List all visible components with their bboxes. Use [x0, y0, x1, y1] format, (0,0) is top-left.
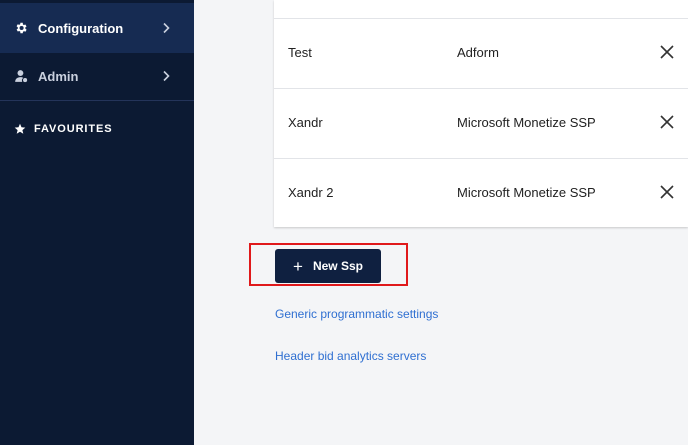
favourites-label: FAVOURITES [34, 123, 113, 135]
gear-icon [16, 22, 27, 34]
table-row: Xandr 2 Microsoft Monetize SSP [274, 158, 688, 227]
sidebar-item-configuration[interactable]: Configuration [0, 3, 194, 53]
close-icon[interactable] [660, 185, 674, 199]
ssp-table: Test Adform Xandr Microsoft Monetize SSP… [274, 0, 688, 227]
close-icon[interactable] [660, 45, 674, 59]
table-row: Test Adform [274, 18, 688, 87]
sidebar-item-label: Configuration [38, 20, 124, 36]
header-bid-analytics-servers-link[interactable]: Header bid analytics servers [275, 349, 426, 363]
generic-programmatic-settings-link[interactable]: Generic programmatic settings [275, 307, 438, 321]
sidebar: Configuration Admin FAVOURITES [0, 0, 194, 445]
chevron-right-icon [163, 70, 170, 82]
chevron-right-icon [163, 22, 170, 34]
new-ssp-label: New Ssp [312, 259, 363, 273]
plus-icon: + [293, 256, 303, 276]
ssp-name: Xandr [288, 115, 323, 130]
ssp-type: Adform [457, 45, 499, 60]
ssp-name: Test [288, 45, 312, 60]
sidebar-item-label: Admin [38, 68, 79, 84]
ssp-type: Microsoft Monetize SSP [457, 115, 596, 130]
star-icon [14, 123, 26, 134]
new-ssp-button[interactable]: + New Ssp [275, 249, 381, 283]
ssp-type: Microsoft Monetize SSP [457, 185, 596, 200]
favourites-section[interactable]: FAVOURITES [14, 121, 112, 137]
table-row: Xandr Microsoft Monetize SSP [274, 88, 688, 157]
close-icon[interactable] [660, 115, 674, 129]
sidebar-divider [0, 100, 194, 101]
ssp-name: Xandr 2 [288, 185, 334, 200]
sidebar-item-admin[interactable]: Admin [0, 51, 194, 101]
admin-icon [15, 70, 28, 83]
